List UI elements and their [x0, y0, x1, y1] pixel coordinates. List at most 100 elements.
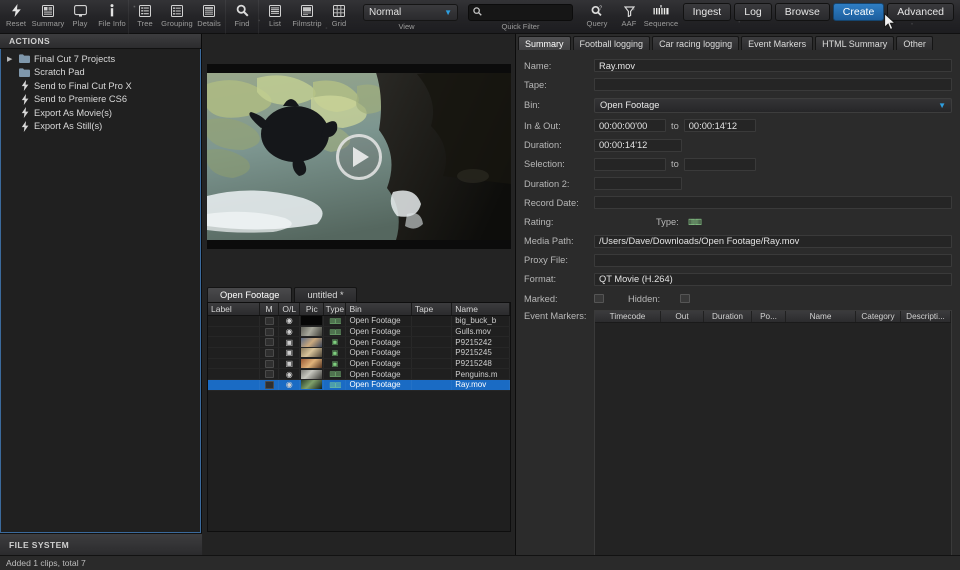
event-markers-table[interactable]: Timecode Out Duration Po... Name Categor…	[594, 310, 952, 558]
tab-football-logging[interactable]: Football logging	[573, 36, 651, 50]
sidebar-item-export-as-stills[interactable]: Export As Still(s)	[1, 120, 200, 134]
bolt-icon	[19, 94, 30, 105]
cell-marked[interactable]	[260, 316, 279, 326]
column-header-po[interactable]: Po...	[752, 311, 786, 322]
marked-checkbox[interactable]	[265, 349, 274, 357]
column-header-timecode[interactable]: Timecode	[595, 311, 661, 322]
input-media-path[interactable]: /Users/Dave/Downloads/Open Footage/Ray.m…	[594, 235, 952, 248]
toolbar-button-list[interactable]: List	[259, 0, 291, 34]
sidebar-footer-file-system[interactable]: FILE SYSTEM	[0, 533, 202, 555]
thumb-green	[301, 380, 322, 389]
image-glyph-icon: ▣	[332, 338, 339, 346]
marked-checkbox[interactable]	[594, 294, 604, 303]
marked-checkbox[interactable]	[265, 381, 274, 389]
table-row[interactable]: ◉ ▥▥ Open Footage Gulls.mov	[208, 327, 510, 338]
input-selection-out[interactable]	[684, 158, 756, 171]
mode-button-log[interactable]: Log	[734, 3, 772, 21]
tab-other[interactable]: Other	[896, 36, 933, 50]
column-header-description[interactable]: Descripti...	[901, 311, 951, 322]
mode-button-create[interactable]: Create	[833, 3, 885, 21]
view-mode-select[interactable]: Normal ▼	[363, 4, 458, 21]
label-event-markers: Event Markers:	[524, 310, 594, 321]
sidebar-item-final-cut-7-projects[interactable]: ▶ Final Cut 7 Projects	[1, 52, 200, 66]
sidebar-item-export-as-movies[interactable]: Export As Movie(s)	[1, 106, 200, 120]
input-duration2[interactable]	[594, 177, 682, 190]
camera-icon: ▣	[285, 348, 293, 357]
column-header-duration[interactable]: Duration	[704, 311, 752, 322]
toolbar-button-aaf[interactable]: AAF	[613, 0, 645, 34]
toolbar-button-sequence[interactable]: Sequence	[645, 0, 677, 34]
toolbar-group-layout: List Filmstrip Grid	[258, 0, 355, 34]
column-header-ol[interactable]: O/L	[279, 303, 300, 315]
column-header-name[interactable]: Name	[786, 311, 856, 322]
play-button[interactable]	[336, 134, 382, 180]
disclosure-triangle-icon[interactable]: ▶	[7, 55, 15, 63]
sidebar-item-send-to-premiere-cs6[interactable]: Send to Premiere CS6	[1, 93, 200, 107]
toolbar-button-grouping[interactable]: Grouping	[161, 0, 193, 34]
input-out-point[interactable]: 00:00:14'12	[684, 119, 756, 132]
toolbar-button-reset[interactable]: Reset	[0, 0, 32, 34]
toolbar-button-tree[interactable]: Tree	[129, 0, 161, 34]
tab-car-racing-logging[interactable]: Car racing logging	[652, 36, 739, 50]
toolbar-button-details[interactable]: Details	[193, 0, 225, 34]
sidebar-item-send-to-final-cut-pro-x[interactable]: Send to Final Cut Pro X	[1, 79, 200, 93]
input-format[interactable]: QT Movie (H.264)	[594, 273, 952, 286]
toolbar-button-summary[interactable]: Summary	[32, 0, 64, 34]
cell-marked[interactable]	[260, 337, 279, 347]
toolbar-button-filmstrip[interactable]: Filmstrip	[291, 0, 323, 34]
table-row[interactable]: ▣ ▣ Open Footage P9215248	[208, 359, 510, 370]
column-header-tape[interactable]: Tape	[412, 303, 452, 315]
cell-marked[interactable]	[260, 380, 279, 390]
marked-checkbox[interactable]	[265, 317, 274, 325]
table-row[interactable]: ◉ ▥▥ Open Footage Ray.mov	[208, 380, 510, 391]
thumb-gray	[301, 370, 322, 379]
input-duration[interactable]: 00:00:14'12	[594, 139, 682, 152]
table-row[interactable]: ▣ ▣ Open Footage P9215245	[208, 348, 510, 359]
table-row[interactable]: ▣ ▣ Open Footage P9215242	[208, 337, 510, 348]
input-record-date[interactable]	[594, 196, 952, 209]
tab-event-markers[interactable]: Event Markers	[741, 36, 813, 50]
select-bin[interactable]: Open Footage ▼	[594, 98, 952, 113]
quick-filter-input[interactable]	[486, 7, 568, 18]
hidden-checkbox[interactable]	[680, 294, 690, 303]
toolbar-button-find[interactable]: Find	[226, 0, 258, 34]
column-header-label[interactable]: Label	[208, 303, 260, 315]
input-name[interactable]: Ray.mov	[594, 59, 952, 72]
toolbar-button-grid[interactable]: Grid	[323, 0, 355, 34]
column-header-bin[interactable]: Bin	[346, 303, 411, 315]
column-header-name[interactable]: Name	[452, 303, 510, 315]
column-header-type[interactable]: Type	[324, 303, 346, 315]
input-in-point[interactable]: 00:00:00'00	[594, 119, 666, 132]
marked-checkbox[interactable]	[265, 328, 274, 336]
column-header-m[interactable]: M	[260, 303, 279, 315]
mode-button-ingest[interactable]: Ingest	[683, 3, 732, 21]
input-tape[interactable]	[594, 78, 952, 91]
marked-checkbox[interactable]	[265, 370, 274, 378]
video-viewer[interactable]	[207, 64, 511, 249]
tab-summary[interactable]: Summary	[518, 36, 571, 50]
bin-tab-untitled[interactable]: untitled *	[294, 287, 356, 302]
table-row[interactable]: ◉ ▥▥ Open Footage Penguins.m	[208, 369, 510, 380]
mode-button-advanced[interactable]: Advanced	[887, 3, 954, 21]
column-header-out[interactable]: Out	[661, 311, 704, 322]
cell-marked[interactable]	[260, 327, 279, 337]
cell-marked[interactable]	[260, 348, 279, 358]
toolbar-button-query[interactable]: ? Query	[581, 0, 613, 34]
tab-html-summary[interactable]: HTML Summary	[815, 36, 894, 50]
input-selection-in[interactable]	[594, 158, 666, 171]
sidebar-item-scratch-pad[interactable]: Scratch Pad	[1, 66, 200, 80]
quick-filter-box[interactable]	[468, 4, 573, 21]
cell-marked[interactable]	[260, 369, 279, 379]
marked-checkbox[interactable]	[265, 338, 274, 346]
column-header-category[interactable]: Category	[856, 311, 901, 322]
bin-tab-open-footage[interactable]: Open Footage	[207, 287, 292, 302]
column-header-pic[interactable]: Pic	[300, 303, 324, 315]
toolbar-button-file-info[interactable]: File Info	[96, 0, 128, 34]
cell-marked[interactable]	[260, 359, 279, 369]
cell-label	[208, 369, 260, 379]
marked-checkbox[interactable]	[265, 360, 274, 368]
input-proxy-file[interactable]	[594, 254, 952, 267]
table-row[interactable]: ◉ ▥▥ Open Footage big_buck_b	[208, 316, 510, 327]
toolbar-button-play[interactable]: Play	[64, 0, 96, 34]
mode-button-browse[interactable]: Browse	[775, 3, 830, 21]
